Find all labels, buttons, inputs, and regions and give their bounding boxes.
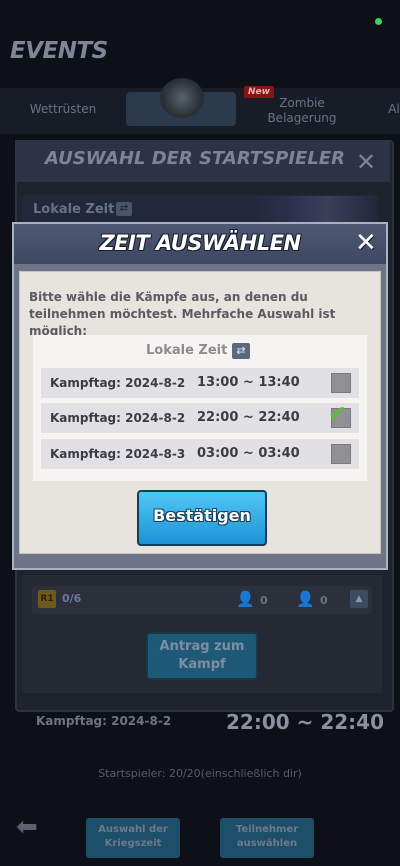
request-battle-button[interactable]: Antrag zum Kampf xyxy=(146,632,258,680)
close-icon[interactable]: ✕ xyxy=(356,148,376,176)
tab-zombie-belagerung[interactable]: Zombie Belagerung xyxy=(262,96,342,126)
local-time-label: Lokale Zeit xyxy=(146,343,228,358)
round-badge: R1 xyxy=(38,590,56,608)
back-arrow-icon[interactable]: ⬅ xyxy=(16,812,38,842)
slot-time: 22:00 ~ 22:40 xyxy=(197,410,300,425)
starter-count-text: Startspieler: 20/20(einschließlich dir) xyxy=(98,767,302,780)
selected-day: Kampftag: 2024-8-2 xyxy=(36,714,172,728)
starter-selection-title: AUSWAHL DER STARTSPIELER xyxy=(45,148,345,169)
page-title: EVENTS xyxy=(10,38,108,64)
person-icon: 👤 xyxy=(296,590,315,608)
banner-decoration xyxy=(250,196,378,224)
selected-time: 22:00 ~ 22:40 xyxy=(226,710,385,734)
close-icon[interactable]: ✕ xyxy=(355,228,377,258)
tab-wettruesten[interactable]: Wettrüsten xyxy=(28,102,98,116)
assigned-count: 0 xyxy=(260,594,268,607)
round-count: 0/6 xyxy=(62,592,82,605)
select-participants-button[interactable]: Teilnehmer auswählen xyxy=(220,818,314,858)
slot-checkbox[interactable] xyxy=(331,444,351,464)
slot-time: 13:00 ~ 13:40 xyxy=(197,375,300,390)
collapse-toggle-icon[interactable]: ▲ xyxy=(350,590,368,608)
confirm-button[interactable]: Bestätigen xyxy=(137,490,267,546)
swap-icon[interactable]: ⇄ xyxy=(232,343,250,359)
assigned-count: 0 xyxy=(320,594,328,607)
tab-more[interactable]: Al xyxy=(384,102,400,116)
slot-day: Kampftag: 2024-8-2 xyxy=(50,376,186,390)
swap-icon[interactable]: ⇄ xyxy=(116,202,132,216)
slot-day: Kampftag: 2024-8-2 xyxy=(50,411,186,425)
slot-checkbox[interactable] xyxy=(331,373,351,393)
person-icon: 👤 xyxy=(236,590,255,608)
modal-title: ZEIT AUSWÄHLEN xyxy=(99,231,301,255)
local-time-label: Lokale Zeit xyxy=(33,202,115,217)
slot-day: Kampftag: 2024-8-3 xyxy=(50,447,186,461)
slot-time: 03:00 ~ 03:40 xyxy=(197,446,300,461)
status-dot xyxy=(375,18,382,25)
instruction-text: Bitte wähle die Kämpfe aus, an denen du … xyxy=(29,290,336,338)
event-emblem-icon xyxy=(160,78,204,118)
war-time-button[interactable]: Auswahl der Kriegszeit xyxy=(86,818,180,858)
checkmark-icon: ✔ xyxy=(328,402,347,427)
